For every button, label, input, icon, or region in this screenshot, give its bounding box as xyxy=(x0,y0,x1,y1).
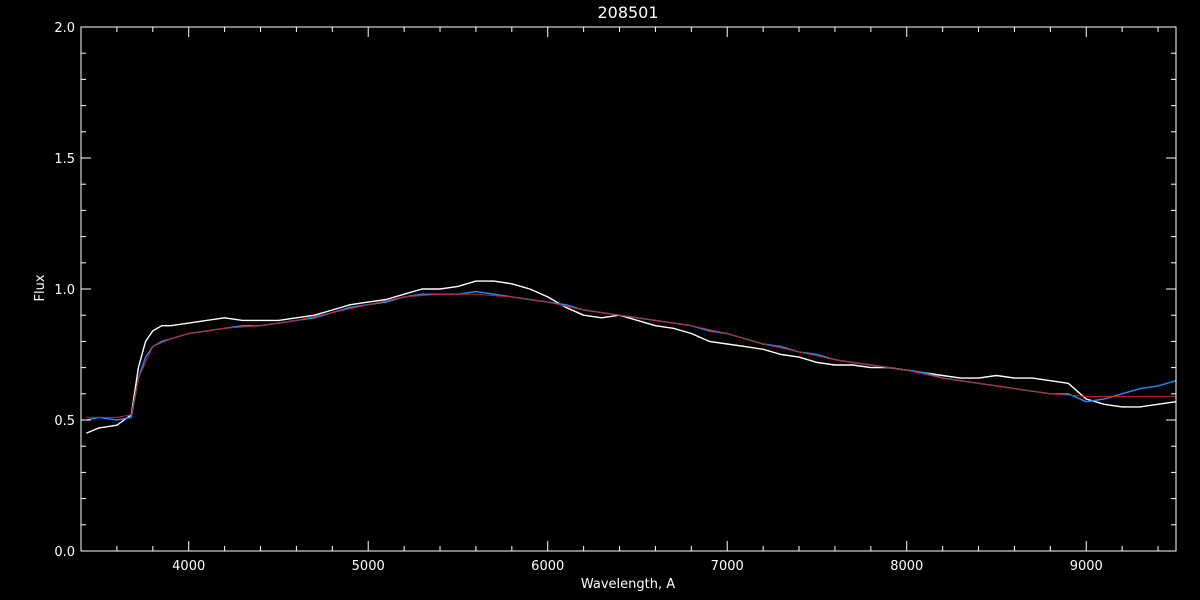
x-tick-label: 9000 xyxy=(1070,559,1103,574)
spectrum-series-line-1 xyxy=(86,280,1177,434)
x-tick-label: 7000 xyxy=(711,559,744,574)
series-layer xyxy=(86,280,1177,434)
x-tick-label: 4000 xyxy=(172,559,205,574)
x-axis-label: Wavelength, A xyxy=(581,577,675,592)
y-tick-label: 1.0 xyxy=(54,283,75,298)
x-axis-ticks: 4000 5000 6000 7000 8000 9000 xyxy=(80,27,1159,574)
x-tick-label: 8000 xyxy=(890,559,923,574)
plot-frame xyxy=(80,26,1177,552)
x-tick-label: 6000 xyxy=(531,559,564,574)
x-tick-label: 5000 xyxy=(352,559,385,574)
spectrum-series-line-2 xyxy=(86,290,1177,421)
spectrum-series-line-3 xyxy=(86,293,1176,418)
y-tick-label: 0.5 xyxy=(54,414,75,429)
y-axis-label: Flux xyxy=(33,274,48,301)
y-axis-ticks: 0.0 0.5 1.0 1.5 2.0 xyxy=(54,21,1176,560)
y-tick-label: 0.0 xyxy=(54,545,75,560)
y-tick-label: 2.0 xyxy=(54,21,75,36)
y-tick-label: 1.5 xyxy=(54,152,75,167)
spectrum-chart: 208501 4000 5000 6000 7000 8000 9000 0.0 0.5 1.… xyxy=(33,3,1177,592)
chart-title: 208501 xyxy=(597,3,658,22)
